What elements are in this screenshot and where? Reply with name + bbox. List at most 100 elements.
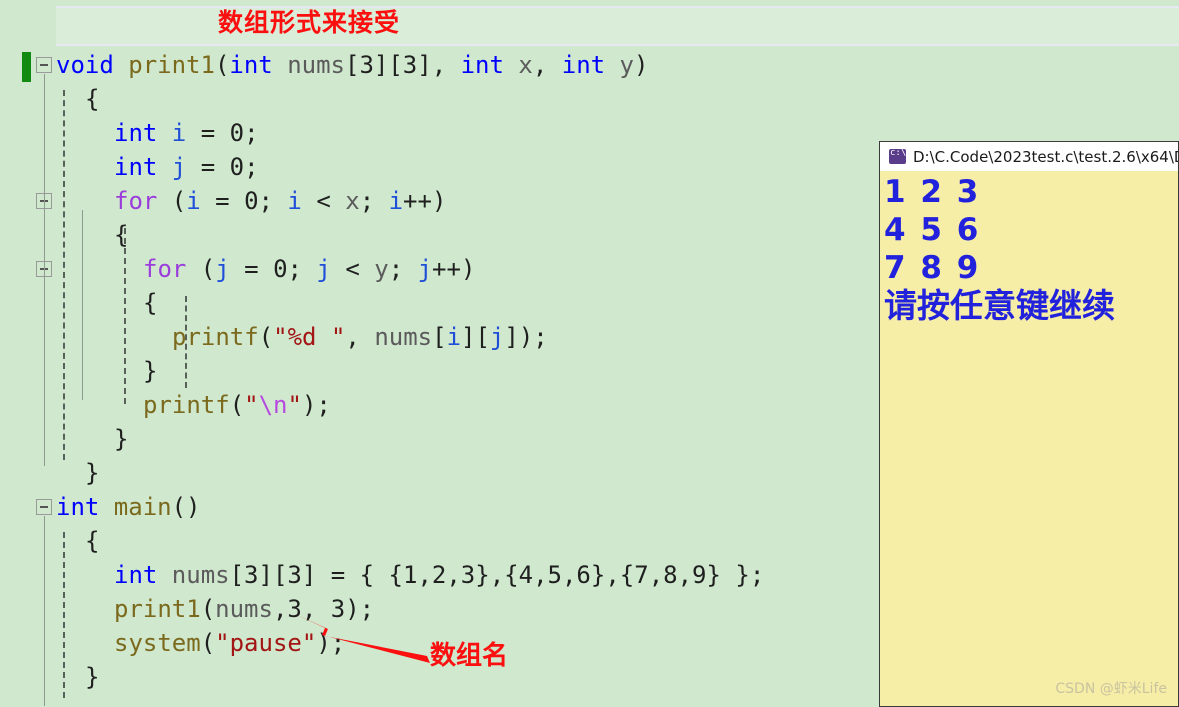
code-token: ( [214, 51, 230, 79]
code-token: nums [374, 323, 433, 351]
code-token: ][ [461, 323, 490, 351]
code-token: , [533, 561, 548, 589]
code-token: = [229, 255, 274, 283]
code-token: 1 [402, 561, 418, 589]
screenshot-root: 数组形式来接受 void print1(int nums[3][3], int … [0, 0, 1179, 707]
code-token: ; [287, 255, 317, 283]
code-token: nums [215, 595, 273, 623]
code-token: } [85, 459, 100, 487]
code-line[interactable]: void print1(int nums[3][3], int x, int y… [0, 48, 1179, 82]
code-token: " [287, 391, 302, 419]
code-token: 8 [663, 561, 678, 589]
code-token: 9 [692, 561, 707, 589]
code-token: int [229, 51, 288, 79]
console-output-line: 4 5 6 [884, 212, 981, 248]
code-token: for [143, 255, 201, 283]
console-output: 1 2 3 4 5 6 7 8 9 请按任意键继续 [880, 171, 1178, 325]
code-token: i [287, 187, 302, 215]
code-token: int [460, 51, 519, 79]
code-token: } [143, 357, 158, 385]
code-token: int [56, 493, 114, 521]
code-token: } }; [706, 561, 765, 589]
code-token: x [345, 187, 360, 215]
console-output-line: 7 8 9 [884, 250, 981, 286]
code-token: j [489, 323, 505, 351]
code-token: i [171, 119, 187, 147]
code-token: j [171, 153, 187, 181]
console-output-line: 1 2 3 [884, 174, 981, 210]
code-token: [3][3], [345, 51, 461, 79]
code-token: ) [634, 51, 649, 79]
code-token: } [114, 425, 129, 453]
code-token: , [677, 561, 693, 589]
code-token: " [244, 391, 259, 419]
code-token: 6 [576, 561, 591, 589]
code-token: () [171, 493, 201, 521]
code-token: nums [171, 561, 230, 589]
code-token: "%d " [273, 323, 346, 351]
code-token: int [561, 51, 620, 79]
code-token: 0 [273, 255, 288, 283]
code-token: },{ [590, 561, 635, 589]
code-token: 3 [460, 561, 476, 589]
arrow-annotation-label: 数组名 [430, 641, 509, 671]
code-token: \n [258, 391, 288, 419]
code-token: , [272, 595, 288, 623]
code-token: int [114, 153, 172, 181]
code-token: } [85, 663, 100, 691]
code-token: i [388, 187, 404, 215]
console-app-icon [889, 148, 906, 164]
console-prompt-line: 请按任意键继续 [884, 286, 1115, 325]
code-token: ; [244, 119, 259, 147]
code-token: ; [258, 187, 288, 215]
code-token: < [301, 187, 346, 215]
code-token: { [114, 221, 129, 249]
code-token: 7 [634, 561, 649, 589]
code-line[interactable]: { [0, 82, 1179, 116]
code-token: 0 [244, 187, 259, 215]
code-token: [3][3] = { { [229, 561, 403, 589]
code-token: [ [432, 323, 447, 351]
code-token: = [186, 153, 230, 181]
code-token: , [648, 561, 664, 589]
code-token: = [186, 119, 230, 147]
code-token: = [200, 187, 245, 215]
code-token: y [619, 51, 634, 79]
code-token: ++) [432, 255, 476, 283]
code-token: ; [388, 255, 418, 283]
code-token: print1 [114, 595, 201, 623]
watermark-label: CSDN @虾米Life [1055, 681, 1167, 697]
code-token: j [215, 255, 230, 283]
code-token: , [345, 323, 375, 351]
console-window[interactable]: D:\C.Code\2023test.c\test.2.6\x64\D 1 2 … [879, 141, 1179, 707]
code-token: 5 [547, 561, 562, 589]
code-token: ; [359, 187, 389, 215]
code-token: },{ [475, 561, 519, 589]
console-title-text: D:\C.Code\2023test.c\test.2.6\x64\D [913, 147, 1178, 166]
code-token: nums [287, 51, 345, 79]
code-token: void [56, 51, 129, 79]
code-token: ( [200, 595, 216, 623]
code-token: j [417, 255, 433, 283]
code-token: ( [171, 187, 187, 215]
code-token: j [316, 255, 331, 283]
code-token: , [561, 561, 577, 589]
top-annotation-label: 数组形式来接受 [218, 8, 401, 37]
code-token: 0 [229, 153, 245, 181]
code-token: ( [200, 255, 216, 283]
code-token: 2 [431, 561, 447, 589]
code-token: 0 [229, 119, 245, 147]
code-token: < [330, 255, 375, 283]
code-token: ]); [504, 323, 548, 351]
code-token: { [85, 85, 100, 113]
code-token: system [114, 629, 201, 657]
code-token: 4 [518, 561, 534, 589]
code-token: print1 [128, 51, 215, 79]
code-token: int [114, 119, 172, 147]
code-token: ( [229, 391, 245, 419]
code-token: main [113, 493, 172, 521]
console-title-bar[interactable]: D:\C.Code\2023test.c\test.2.6\x64\D [880, 142, 1178, 171]
code-token: ( [258, 323, 274, 351]
code-token: { [143, 289, 158, 317]
code-token: ( [200, 629, 216, 657]
